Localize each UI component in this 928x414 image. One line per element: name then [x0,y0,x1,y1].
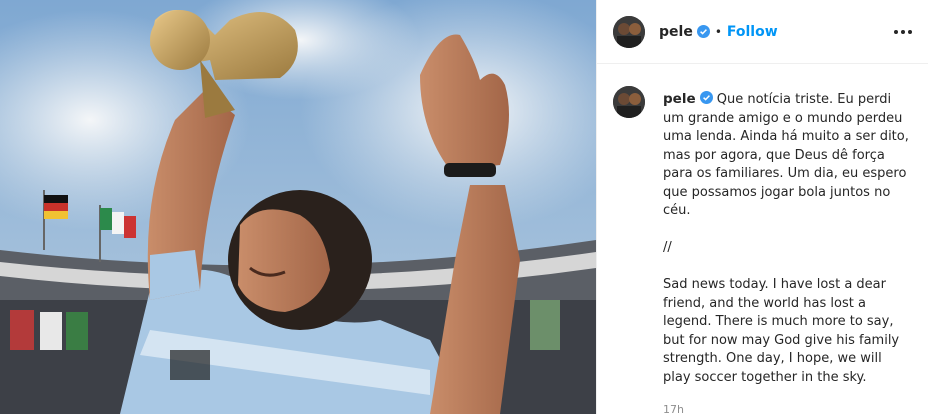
avatar[interactable] [613,15,645,48]
follow-button[interactable]: Follow [727,24,778,40]
caption-username[interactable]: pele [663,91,696,107]
post-photo[interactable] [0,0,596,414]
avatar-photo [613,86,645,118]
more-dot [908,29,912,34]
avatar[interactable] [613,86,645,118]
verified-badge-icon [696,25,710,38]
instagram-post: pele • Follow pele Que notícia triste. E… [0,0,928,414]
more-dot [894,29,898,34]
caption-text-english: Sad news today. I have lost a dear frien… [663,277,900,385]
comments-section: pele Que notícia triste. Eu perdi um gra… [597,64,928,414]
username[interactable]: pele [659,24,693,40]
post-timestamp[interactable]: 17h [663,401,912,414]
caption-divider: // [663,240,672,255]
caption-comment: pele Que notícia triste. Eu perdi um gra… [613,86,912,414]
avatar-photo [613,15,645,48]
more-dot [901,29,905,34]
photo-football-player-holding-trophy [0,0,596,414]
post-header: pele • Follow [597,0,928,64]
caption-body: pele Que notícia triste. Eu perdi um gra… [663,90,912,414]
post-side-panel: pele • Follow pele Que notícia triste. E… [596,0,928,414]
verified-badge-icon [699,91,713,104]
more-options-icon[interactable] [894,24,912,40]
caption-text-portuguese: Que notícia triste. Eu perdi um grande a… [663,92,909,218]
separator-dot: • [714,24,722,39]
